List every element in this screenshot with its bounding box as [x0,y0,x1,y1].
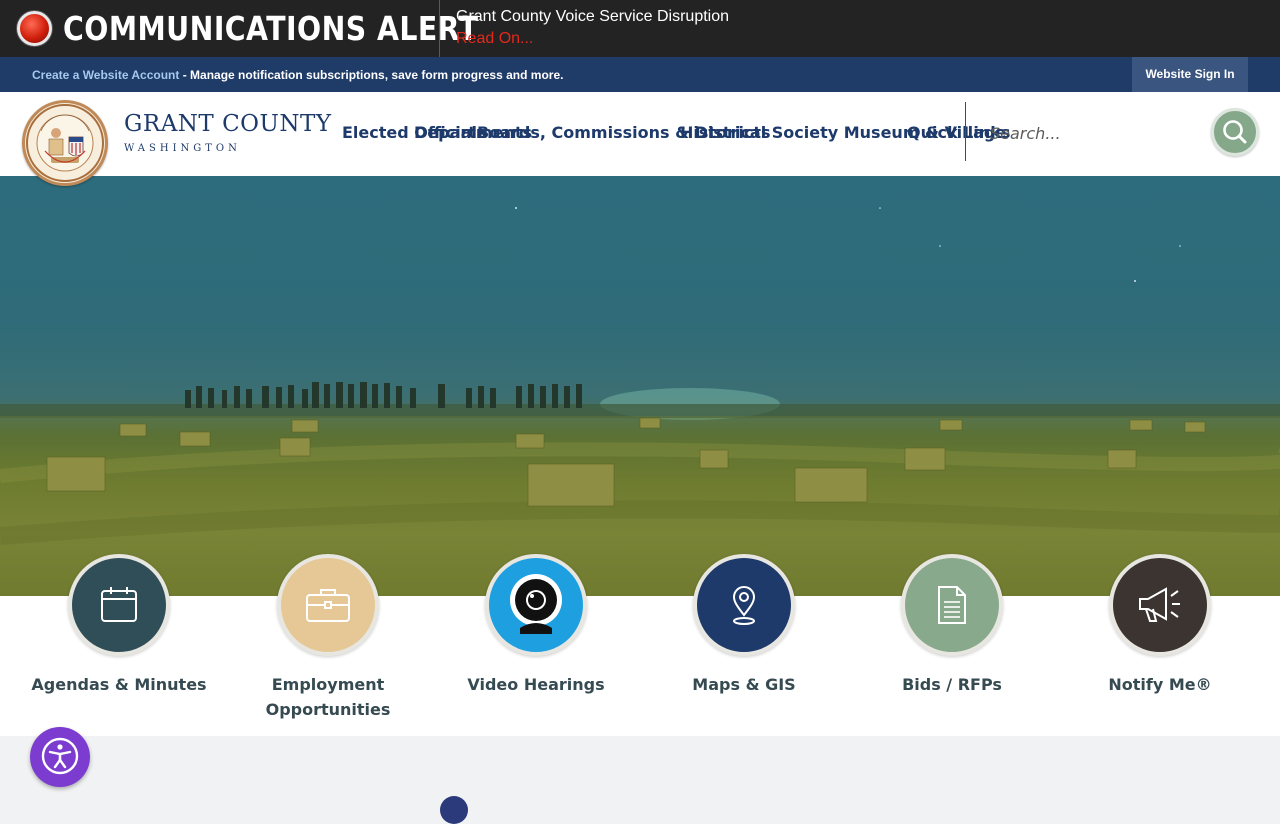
account-bar: Create a Website Account - Manage notifi… [0,57,1280,92]
accessibility-button[interactable] [30,727,90,787]
quick-link-icon-circle [693,554,795,656]
alert-message: Grant County Voice Service Disruption [456,8,730,25]
site-header: GRANT COUNTY WASHINGTON Elected Official… [0,92,1280,186]
account-description: - Manage notification subscriptions, sav… [179,68,564,82]
quick-link-label: Bids / RFPs [902,675,1002,694]
site-logo-name[interactable]: GRANT COUNTY [124,111,332,137]
hero-image [0,176,1280,596]
alert-title: COMMUNICATIONS ALERT [63,9,479,48]
alert-indicator-icon [17,11,52,46]
quick-link-agendas-minutes[interactable]: Agendas & Minutes [19,554,219,697]
county-seal-logo[interactable] [22,100,108,186]
sign-in-button[interactable]: Website Sign In [1132,57,1248,92]
site-logo-subtitle: WASHINGTON [124,143,241,154]
quick-link-notify-me[interactable]: Notify Me® [1060,554,1260,697]
content-area [0,736,1280,800]
quick-link-label: Agendas & Minutes [31,675,207,694]
quick-link-label: Employment Opportunities [265,675,391,719]
alert-divider [439,0,440,57]
quick-link-label: Maps & GIS [692,675,796,694]
document-icon [938,586,966,624]
quick-link-maps-gis[interactable]: Maps & GIS [644,554,844,697]
account-text: Create a Website Account - Manage notifi… [32,68,563,82]
map-pin-icon [732,586,756,625]
search-button[interactable] [1211,108,1259,156]
calendar-icon [101,587,137,622]
quick-link-label: Notify Me® [1108,675,1212,694]
webcam-icon [510,574,562,634]
quick-link-video-hearings[interactable]: Video Hearings [436,554,636,697]
quick-link-icon-circle [68,554,170,656]
accessibility-icon [41,737,79,774]
search-divider [965,102,966,161]
section-heading-mark [440,796,468,824]
quick-links-section: Agendas & Minutes Employment Opportuniti… [0,554,1280,736]
briefcase-icon [306,589,350,622]
quick-link-bids-rfps[interactable]: Bids / RFPs [852,554,1052,697]
quick-link-icon-circle [901,554,1003,656]
quick-link-icon-circle [1109,554,1211,656]
quick-link-icon-circle [277,554,379,656]
megaphone-icon [1139,587,1180,622]
search-input[interactable] [990,119,1190,147]
create-account-link[interactable]: Create a Website Account [32,68,179,82]
quick-link-icon-circle [485,554,587,656]
quick-link-label: Video Hearings [467,675,605,694]
search-icon [1223,120,1247,144]
alert-bar: COMMUNICATIONS ALERT Grant County Voice … [0,0,1280,57]
quick-link-employment[interactable]: Employment Opportunities [228,554,428,722]
alert-read-on-link[interactable]: Read On... [456,30,533,48]
